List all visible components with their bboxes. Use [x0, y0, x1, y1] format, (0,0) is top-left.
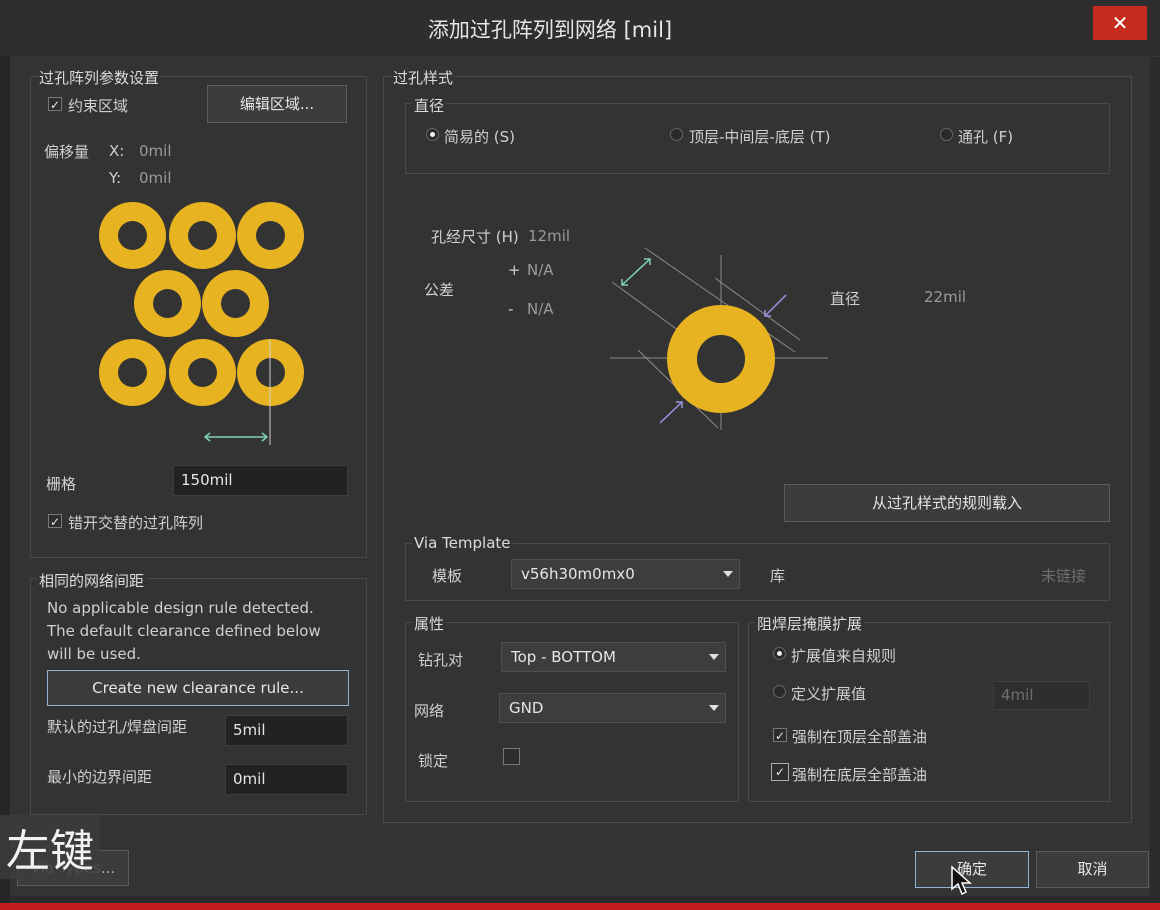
- constrain-region-label: 约束区域: [68, 97, 129, 115]
- min-edge-clearance-input[interactable]: 0mil: [225, 764, 348, 795]
- tent-bottom-label: 强制在底层全部盖油: [792, 766, 928, 784]
- clearance-message-line-2: The default clearance defined below: [47, 622, 321, 640]
- clearance-group-label: 相同的网络间距: [37, 570, 147, 591]
- stagger-label: 错开交替的过孔阵列: [68, 514, 204, 532]
- left-edge-strip: [0, 56, 10, 910]
- radio-custom-expansion[interactable]: [773, 685, 786, 698]
- cancel-button[interactable]: 取消: [1036, 851, 1149, 888]
- hole-size-value: 12mil: [528, 227, 571, 245]
- edit-region-button[interactable]: 编辑区域...: [207, 85, 347, 123]
- custom-expansion-label: 定义扩展值: [791, 685, 867, 703]
- lock-checkbox[interactable]: [503, 748, 520, 765]
- offset-label: 偏移量: [44, 143, 90, 161]
- tolerance-plus-value: N/A: [527, 261, 554, 279]
- tent-bottom-checkbox[interactable]: ✓: [771, 763, 789, 781]
- click-caption: 左键: [0, 815, 100, 879]
- hole-size-label: 孔经尺寸 (H): [431, 228, 519, 246]
- clearance-message-line-3: will be used.: [47, 645, 141, 663]
- tent-top-label: 强制在顶层全部盖油: [792, 728, 928, 746]
- stagger-checkbox[interactable]: ✓: [48, 514, 62, 529]
- offset-x-label: X:: [109, 142, 125, 160]
- chevron-down-icon: [709, 654, 719, 660]
- radio-simple[interactable]: [426, 128, 439, 141]
- tolerance-minus-sign: -: [508, 300, 514, 318]
- via-shape-preview: [667, 305, 775, 413]
- via-pad-clearance-label: 默认的过孔/焊盘间距: [47, 718, 188, 736]
- diameter-group-label: 直径: [412, 95, 447, 116]
- create-clearance-rule-button[interactable]: Create new clearance rule...: [47, 670, 349, 706]
- radio-simple-label: 简易的 (S): [444, 128, 515, 146]
- solder-mask-group-label: 阻焊层掩膜扩展: [755, 613, 865, 634]
- offset-y-value: 0mil: [139, 169, 172, 187]
- via-preview-1: [99, 202, 166, 269]
- close-button[interactable]: ✕: [1093, 6, 1147, 40]
- lock-label: 锁定: [418, 752, 449, 770]
- radio-full-stack[interactable]: [940, 128, 953, 141]
- offset-y-label: Y:: [109, 169, 122, 187]
- via-pad-clearance-input[interactable]: 5mil: [225, 715, 348, 746]
- grid-dimension-arrow: [203, 340, 271, 445]
- diameter-value: 22mil: [924, 288, 967, 306]
- grid-input[interactable]: 150mil: [173, 465, 348, 496]
- via-style-group-label: 过孔样式: [391, 67, 456, 88]
- library-status: 未链接: [1041, 567, 1087, 585]
- mouse-cursor-icon: [951, 865, 972, 896]
- offset-x-value: 0mil: [139, 142, 172, 160]
- chevron-down-icon: [709, 705, 719, 711]
- template-select-value: v56h30m0mx0: [521, 565, 635, 583]
- chevron-down-icon: [723, 571, 733, 577]
- drill-pair-label: 钻孔对: [418, 651, 464, 669]
- net-select[interactable]: GND: [499, 693, 726, 723]
- net-label: 网络: [414, 702, 445, 720]
- window-title: 添加过孔阵列到网络 [mil]: [427, 18, 673, 42]
- radio-full-stack-label: 通孔 (F): [958, 128, 1014, 146]
- grid-label: 栅格: [46, 475, 77, 493]
- taskbar-strip: [0, 903, 1160, 910]
- min-edge-clearance-label: 最小的边界间距: [47, 768, 153, 786]
- via-preview-5: [202, 270, 269, 337]
- drill-pair-select-value: Top - BOTTOM: [511, 648, 616, 666]
- via-template-group-label: Via Template: [412, 534, 513, 552]
- via-preview-4: [134, 270, 201, 337]
- radio-expansion-from-rule[interactable]: [773, 647, 786, 660]
- radio-top-mid-bottom[interactable]: [670, 128, 683, 141]
- via-preview-2: [169, 202, 236, 269]
- tolerance-label: 公差: [424, 281, 455, 299]
- library-label: 库: [770, 567, 786, 585]
- array-params-group-label: 过孔阵列参数设置: [37, 67, 162, 88]
- template-select[interactable]: v56h30m0mx0: [511, 559, 740, 589]
- via-preview-3: [237, 202, 304, 269]
- drill-pair-select[interactable]: Top - BOTTOM: [501, 642, 726, 672]
- load-from-rule-button[interactable]: 从过孔样式的规则载入: [784, 484, 1110, 522]
- net-select-value: GND: [509, 699, 544, 717]
- expansion-from-rule-label: 扩展值来自规则: [791, 647, 897, 665]
- tolerance-plus-sign: +: [508, 261, 521, 279]
- custom-expansion-input[interactable]: 4mil: [993, 681, 1090, 710]
- via-preview-6: [99, 339, 166, 406]
- properties-group-label: 属性: [412, 613, 447, 634]
- clearance-message-line-1: No applicable design rule detected.: [47, 599, 314, 617]
- constrain-region-checkbox[interactable]: ✓: [48, 97, 62, 112]
- radio-top-mid-bottom-label: 顶层-中间层-底层 (T): [689, 128, 831, 146]
- tolerance-minus-value: N/A: [527, 300, 554, 318]
- tent-top-checkbox[interactable]: ✓: [773, 728, 787, 743]
- template-label: 模板: [432, 567, 463, 585]
